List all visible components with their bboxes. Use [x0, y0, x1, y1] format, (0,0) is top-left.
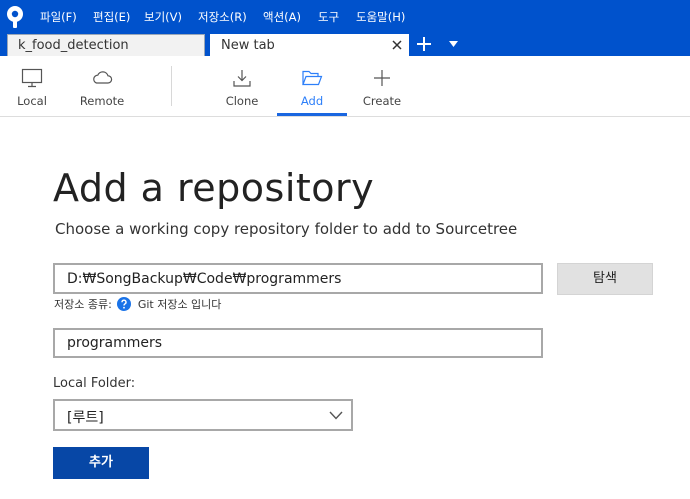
- tab-new-tab[interactable]: New tab: [210, 34, 409, 56]
- toolbar: Local Remote Clone Add Create: [0, 56, 690, 117]
- menu-view[interactable]: 보기(V): [144, 9, 182, 25]
- repository-path-input[interactable]: [53, 263, 543, 294]
- menu-edit[interactable]: 편집(E): [93, 9, 130, 25]
- remote-label: Remote: [79, 94, 125, 108]
- monitor-icon: [21, 68, 43, 88]
- page-subtitle: Choose a working copy repository folder …: [55, 220, 518, 238]
- submit-add-button[interactable]: 추가: [53, 447, 149, 479]
- browse-button[interactable]: 탐색: [557, 263, 653, 295]
- repository-type-info: 저장소 종류: Git 저장소 입니다: [54, 296, 221, 312]
- remote-button[interactable]: Remote: [72, 56, 132, 116]
- menu-file[interactable]: 파일(F): [40, 9, 77, 25]
- page-title: Add a repository: [53, 166, 375, 210]
- chevron-down-icon[interactable]: [449, 41, 458, 47]
- repository-type-label: 저장소 종류:: [54, 298, 112, 311]
- menu-actions[interactable]: 액션(A): [263, 9, 301, 25]
- sourcetree-logo-icon: [7, 6, 23, 28]
- add-label: Add: [300, 94, 324, 108]
- add-tab-icon[interactable]: [416, 36, 432, 52]
- repository-name-input[interactable]: [53, 328, 543, 358]
- clone-button[interactable]: Clone: [212, 56, 272, 116]
- tab-strip: k_food_detection New tab: [0, 33, 690, 56]
- folder-open-icon: [302, 70, 323, 86]
- menu-help[interactable]: 도움말(H): [356, 9, 405, 25]
- download-icon: [233, 70, 251, 87]
- local-folder-value: [루트]: [67, 410, 104, 426]
- cloud-icon: [93, 71, 113, 84]
- close-icon[interactable]: [390, 38, 404, 52]
- help-icon: [117, 297, 132, 311]
- local-button[interactable]: Local: [4, 56, 60, 116]
- menu-bar: 파일(F) 편집(E) 보기(V) 저장소(R) 액션(A) 도구 도움말(H): [0, 0, 690, 33]
- tab-label: k_food_detection: [18, 38, 129, 53]
- menu-repository[interactable]: 저장소(R): [198, 9, 247, 25]
- chevron-down-icon: [329, 411, 343, 420]
- create-label: Create: [362, 94, 402, 108]
- tab-k-food-detection[interactable]: k_food_detection: [7, 34, 205, 56]
- tab-label: New tab: [221, 38, 275, 53]
- clone-label: Clone: [225, 94, 259, 108]
- toolbar-divider: [171, 66, 172, 106]
- local-label: Local: [17, 94, 47, 108]
- repository-type-value: Git 저장소 입니다: [137, 298, 222, 311]
- create-button[interactable]: Create: [352, 56, 412, 116]
- menu-tools[interactable]: 도구: [318, 9, 339, 25]
- active-tab-indicator: [277, 113, 347, 116]
- add-button[interactable]: Add: [282, 56, 342, 116]
- local-folder-select[interactable]: [루트]: [53, 399, 353, 431]
- plus-icon: [374, 70, 390, 86]
- local-folder-label: Local Folder:: [53, 376, 136, 391]
